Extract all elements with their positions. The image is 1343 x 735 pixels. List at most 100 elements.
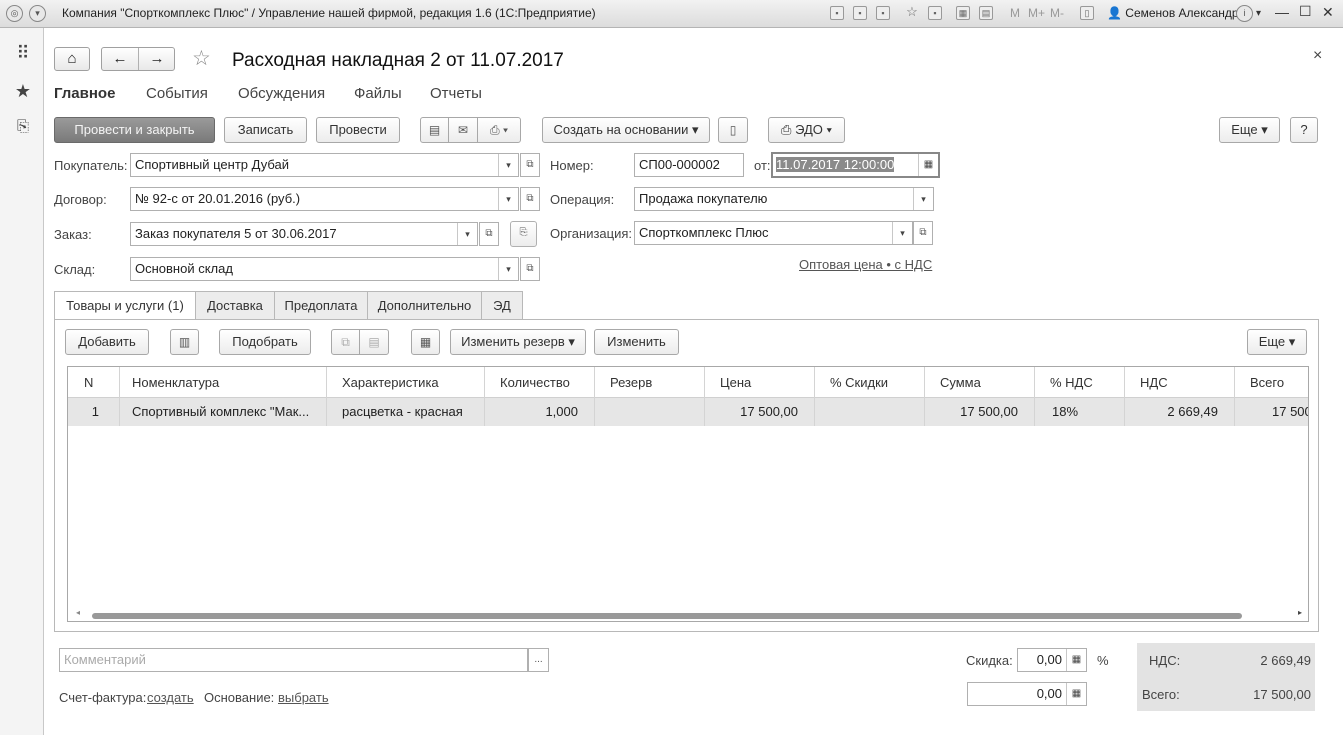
subtab-delivery[interactable]: Доставка [195, 291, 275, 320]
calculator-icon[interactable]: ▦ [1066, 649, 1086, 671]
contract-field[interactable]: № 92-с от 20.01.2016 (руб.) ▾ [130, 187, 519, 211]
basis-select-link[interactable]: выбрать [278, 690, 329, 705]
subtab-prepayment[interactable]: Предоплата [274, 291, 368, 320]
tab-events[interactable]: События [146, 85, 208, 102]
copy-icon[interactable]: ⧉ [331, 329, 360, 355]
col-vat[interactable]: НДС [1125, 367, 1235, 398]
chevron-down-icon[interactable]: ▾ [498, 188, 518, 210]
minimize-icon[interactable]: — [1275, 4, 1289, 20]
calculator-icon[interactable]: ▦ [956, 6, 970, 20]
add-button[interactable]: Добавить [65, 329, 149, 355]
report-icon[interactable]: ▤ [420, 117, 449, 143]
chevron-down-icon[interactable]: ▾ [913, 188, 933, 210]
post-and-close-button[interactable]: Провести и закрыть [54, 117, 215, 143]
col-discount[interactable]: % Скидки [815, 367, 925, 398]
operation-field[interactable]: Продажа покупателю ▾ [634, 187, 934, 211]
open-warehouse-icon[interactable]: ⧉ [520, 257, 540, 281]
chevron-down-icon[interactable]: ▾ [892, 222, 912, 244]
horizontal-scrollbar[interactable]: ◂ ▸ [76, 608, 1302, 619]
buyer-field[interactable]: Спортивный центр Дубай ▾ [130, 153, 519, 177]
app-menu-icon[interactable]: ◎ [6, 5, 23, 22]
home-button[interactable]: ⌂ [54, 47, 90, 71]
warehouse-field[interactable]: Основной склад ▾ [130, 257, 519, 281]
order-field[interactable]: Заказ покупателя 5 от 30.06.2017 ▾ [130, 222, 478, 246]
post-button[interactable]: Провести [316, 117, 400, 143]
print-button[interactable]: ⎙ ▾ [477, 117, 521, 143]
price-type-link[interactable]: Оптовая цена • с НДС [799, 257, 932, 272]
change-reserve-button[interactable]: Изменить резерв ▾ [450, 329, 586, 355]
col-vat-rate[interactable]: % НДС [1035, 367, 1125, 398]
open-contract-icon[interactable]: ⧉ [520, 187, 540, 211]
organization-field[interactable]: Спорткомплекс Плюс ▾ [634, 221, 913, 245]
forward-arrow-icon[interactable]: → [139, 48, 175, 70]
col-price[interactable]: Цена [705, 367, 815, 398]
table-more-button[interactable]: Еще ▾ [1247, 329, 1307, 355]
table-row[interactable]: 1 Спортивный комплекс "Мак... расцветка … [68, 398, 1308, 426]
col-reserve[interactable]: Резерв [595, 367, 705, 398]
chevron-down-icon[interactable]: ▾ [457, 223, 477, 245]
subtab-additional[interactable]: Дополнительно [367, 291, 482, 320]
edo-button[interactable]: ⎙ ЭДО ▾ [768, 117, 845, 143]
pick-button[interactable]: Подобрать [219, 329, 311, 355]
tab-main[interactable]: Главное [54, 85, 115, 102]
dropdown-menu-icon[interactable]: ▾ [29, 5, 46, 22]
chevron-down-icon[interactable]: ▾ [498, 154, 518, 176]
number-field[interactable]: СП00-000002 [634, 153, 744, 177]
subtab-goods[interactable]: Товары и услуги (1) [54, 291, 196, 322]
calendar-icon[interactable]: ▤ [979, 6, 993, 20]
memory-mplus-button[interactable]: M+ [1028, 6, 1045, 20]
open-order-icon[interactable]: ⧉ [479, 222, 499, 246]
more-button[interactable]: Еще ▾ [1219, 117, 1280, 143]
scroll-right-icon[interactable]: ▸ [1298, 608, 1302, 617]
discount-field[interactable]: 0,00 ▦ [1017, 648, 1087, 672]
calculator-icon[interactable]: ▦ [1066, 683, 1086, 705]
tab-discussions[interactable]: Обсуждения [238, 85, 325, 102]
invoice-create-link[interactable]: создать [147, 690, 194, 705]
close-form-icon[interactable]: × [1313, 47, 1322, 65]
barcode-icon[interactable]: ▥ [170, 329, 199, 355]
tab-reports[interactable]: Отчеты [430, 85, 482, 102]
col-characteristic[interactable]: Характеристика [327, 367, 485, 398]
history-icon[interactable]: ⎘ [12, 116, 34, 138]
info-dropdown-icon[interactable]: ▾ [1256, 8, 1261, 19]
save-button[interactable]: Записать [224, 117, 307, 143]
comment-expand-button[interactable]: ... [528, 648, 549, 672]
close-window-icon[interactable]: ✕ [1322, 4, 1334, 21]
info-icon[interactable]: i [1236, 5, 1253, 22]
sections-grid-icon[interactable]: ⠿ [12, 42, 34, 64]
panels-icon[interactable]: ▯ [1080, 6, 1094, 20]
memory-m-button[interactable]: M [1010, 6, 1020, 20]
scrollbar-thumb[interactable] [92, 613, 1242, 619]
help-button[interactable]: ? [1290, 117, 1318, 143]
document-icon[interactable]: ▯ [718, 117, 748, 143]
open-organization-icon[interactable]: ⧉ [913, 221, 933, 245]
maximize-icon[interactable]: ☐ [1299, 3, 1312, 20]
change-button[interactable]: Изменить [594, 329, 679, 355]
date-field[interactable]: 11.07.2017 12:00:00 ▦ [771, 152, 940, 178]
save-icon[interactable]: ▪ [830, 6, 844, 20]
back-arrow-icon[interactable]: ← [102, 48, 139, 70]
bookmark-icon[interactable]: ▪ [928, 6, 942, 20]
col-quantity[interactable]: Количество [485, 367, 595, 398]
favorites-star-icon[interactable]: ★ [12, 80, 34, 102]
paste-icon[interactable]: ▤ [359, 329, 389, 355]
fill-from-order-icon[interactable]: ⎘ [510, 221, 537, 247]
favorite-star-icon[interactable]: ☆ [192, 46, 211, 71]
col-n[interactable]: N [68, 367, 120, 398]
tab-files[interactable]: Файлы [354, 85, 402, 102]
discount-sum-field[interactable]: 0,00 ▦ [967, 682, 1087, 706]
subtab-ed[interactable]: ЭД [481, 291, 523, 320]
create-based-on-button[interactable]: Создать на основании ▾ [542, 117, 710, 143]
memory-mminus-button[interactable]: M- [1050, 6, 1064, 20]
open-buyer-icon[interactable]: ⧉ [520, 153, 540, 177]
col-sum[interactable]: Сумма [925, 367, 1035, 398]
comment-field[interactable]: Комментарий [59, 648, 528, 672]
col-nomenclature[interactable]: Номенклатура [120, 367, 327, 398]
table-settings-icon[interactable]: ▦ [411, 329, 440, 355]
mail-icon[interactable]: ✉ [448, 117, 478, 143]
current-user[interactable]: 👤 Семенов Александр [1107, 6, 1239, 20]
print-icon[interactable]: ▪ [853, 6, 867, 20]
calendar-icon[interactable]: ▦ [918, 154, 938, 176]
preview-icon[interactable]: ▪ [876, 6, 890, 20]
chevron-down-icon[interactable]: ▾ [498, 258, 518, 280]
